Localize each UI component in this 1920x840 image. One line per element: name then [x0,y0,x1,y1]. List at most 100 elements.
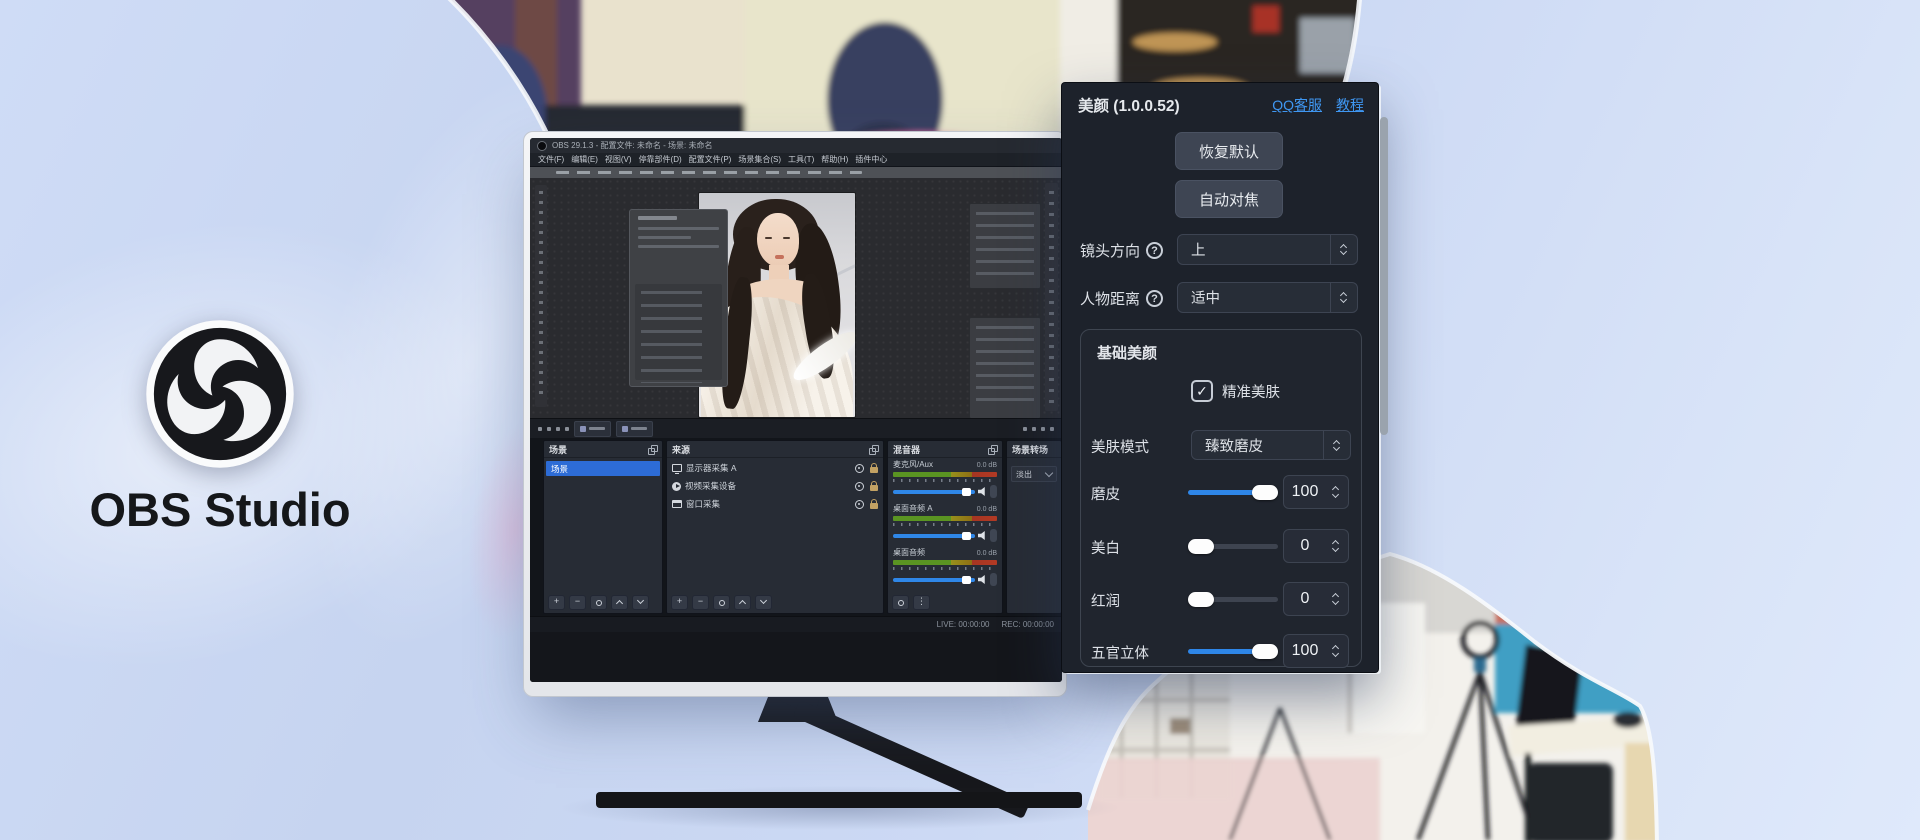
slider-thumb[interactable] [1188,592,1214,607]
menu-plugin-center[interactable]: 插件中心 [855,154,887,165]
sources-dock-header: 来源 [667,441,883,458]
scene-move-up-button[interactable] [611,595,628,610]
whitening-value-box[interactable]: 0 [1283,529,1349,563]
channel-options-button[interactable] [990,529,997,542]
menu-file[interactable]: 文件(F) [538,154,564,165]
scenes-dock-header: 场景 [544,441,662,458]
spinner-arrows-icon[interactable] [1330,283,1357,312]
obs-window-title: OBS 29.1.3 - 配置文件: 未命名 - 场景: 未命名 [552,140,712,151]
volume-slider[interactable] [893,578,975,582]
person-distance-select[interactable]: 适中 [1177,282,1358,313]
taskbar-app-button[interactable] [574,421,611,437]
add-scene-button[interactable]: + [548,595,565,610]
spinner-arrows-icon[interactable] [1323,431,1350,459]
smoothing-slider[interactable] [1188,474,1278,510]
spinner-arrows-icon[interactable] [1330,235,1357,264]
camera-direction-select[interactable]: 上 [1177,234,1358,265]
obs-window-footer [530,632,1062,682]
scene-list-item[interactable]: 场景 [546,461,660,476]
slider-thumb[interactable] [1188,539,1214,554]
help-icon[interactable]: ? [1146,242,1163,259]
monitor-screen: OBS 29.1.3 - 配置文件: 未命名 - 场景: 未命名 文件(F) 编… [530,138,1062,682]
person-distance-label: 人物距离 ? [1080,288,1163,309]
spinner-arrows-icon[interactable] [1326,485,1348,499]
restore-defaults-button[interactable]: 恢复默认 [1175,132,1283,170]
menu-tools[interactable]: 工具(T) [788,154,814,165]
source-row[interactable]: 显示器采集 A [667,460,883,476]
visibility-icon[interactable] [855,482,864,491]
menu-docks[interactable]: 停靠部件(D) [639,154,682,165]
mixer-settings-button[interactable] [892,595,909,610]
lock-icon[interactable] [870,485,878,491]
scene-filters-button[interactable] [590,595,607,610]
taskbar-app-button[interactable] [616,421,653,437]
whitening-label: 美白 [1091,537,1120,558]
source-label: 窗口采集 [686,498,720,510]
source-row[interactable]: 视频采集设备 [667,478,883,494]
dock-popout-icon[interactable] [648,445,657,454]
panel-scrollbar[interactable] [1380,117,1388,435]
captured-editor-right-rail [1045,183,1058,411]
lock-icon[interactable] [870,503,878,509]
dock-popout-icon[interactable] [869,445,878,454]
menu-edit[interactable]: 编辑(E) [571,154,598,165]
slider-thumb[interactable] [1252,485,1278,500]
tutorial-link[interactable]: 教程 [1336,95,1364,115]
source-move-up-button[interactable] [734,595,751,610]
remove-source-button[interactable]: − [692,595,709,610]
rosy-slider[interactable] [1188,581,1278,617]
volume-slider[interactable] [893,534,975,538]
volume-slider[interactable] [893,490,975,494]
meter-ticks [893,567,997,570]
autofocus-button[interactable]: 自动对焦 [1175,180,1283,218]
precise-skin-row[interactable]: ✓ 精准美肤 [1191,380,1280,402]
smoothing-value-box[interactable]: 100 [1283,475,1349,509]
scenes-toolbar: + − [548,595,649,610]
visibility-icon[interactable] [855,500,864,509]
rosy-value-box[interactable]: 0 [1283,582,1349,616]
speaker-icon[interactable] [978,575,987,584]
audio-meter [893,516,997,521]
skin-mode-select[interactable]: 臻致磨皮 [1191,430,1351,460]
speaker-icon[interactable] [978,531,987,540]
slider-thumb[interactable] [1252,644,1278,659]
qq-support-link[interactable]: QQ客服 [1272,95,1322,115]
whitening-slider[interactable] [1188,528,1278,564]
remove-scene-button[interactable]: − [569,595,586,610]
channel-options-button[interactable] [990,485,997,498]
rosy-value: 0 [1284,590,1326,608]
channel-db: 0.0 dB [977,550,997,557]
captured-editor-side-panel [969,317,1041,418]
basic-beauty-group: 基础美颜 ✓ 精准美肤 美肤模式 臻致磨皮 磨皮 100 [1080,329,1362,667]
menu-scene-collection[interactable]: 场景集合(S) [738,154,781,165]
channel-db: 0.0 dB [977,462,997,469]
mixer-advanced-button[interactable]: ⋮ [913,595,930,610]
face-3d-slider[interactable] [1188,633,1278,669]
channel-options-button[interactable] [990,573,997,586]
precise-skin-checkbox[interactable]: ✓ [1191,380,1213,402]
speaker-icon[interactable] [978,487,987,496]
menu-view[interactable]: 视图(V) [605,154,632,165]
transition-select[interactable]: 淡出 [1011,466,1057,482]
camera-direction-row: 镜头方向 ? 上 [1062,234,1378,266]
source-row[interactable]: 窗口采集 [667,496,883,512]
menu-profile[interactable]: 配置文件(P) [689,154,732,165]
face-3d-value-box[interactable]: 100 [1283,634,1349,668]
help-icon[interactable]: ? [1146,290,1163,307]
spinner-arrows-icon[interactable] [1326,644,1348,658]
video-capture-icon [672,482,681,491]
spinner-arrows-icon[interactable] [1326,539,1348,553]
source-move-down-button[interactable] [755,595,772,610]
captured-taskbar [530,418,1062,438]
dock-popout-icon[interactable] [988,445,997,454]
display-capture-icon [672,464,682,472]
visibility-icon[interactable] [855,464,864,473]
spinner-arrows-icon[interactable] [1326,592,1348,606]
lock-icon[interactable] [870,467,878,473]
add-source-button[interactable]: + [671,595,688,610]
captured-editor-side-panel [969,203,1041,289]
source-properties-button[interactable] [713,595,730,610]
menu-help[interactable]: 帮助(H) [821,154,848,165]
scene-move-down-button[interactable] [632,595,649,610]
obs-app-icon [537,141,547,151]
